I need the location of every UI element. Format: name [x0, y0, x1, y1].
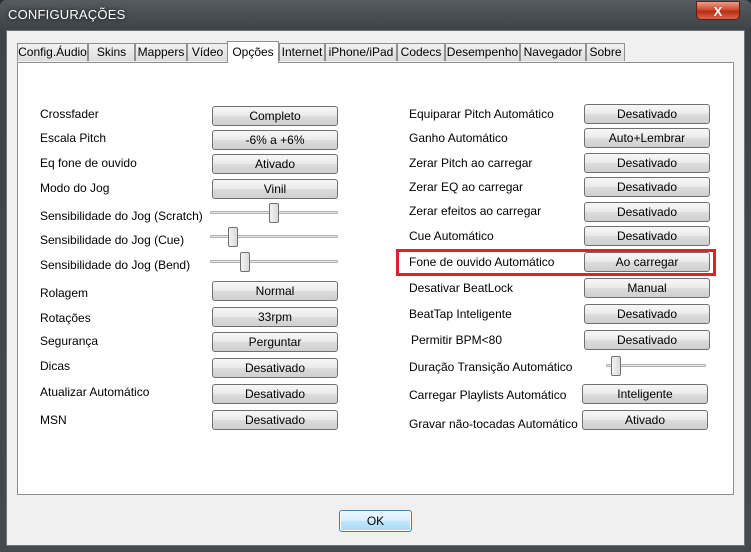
- tab-desempenho[interactable]: Desempenho: [445, 43, 520, 61]
- close-icon: X: [713, 4, 723, 19]
- slider-thumb[interactable]: [269, 203, 279, 223]
- escala-pitch-button[interactable]: -6% a +6%: [212, 130, 338, 150]
- tab-sobre[interactable]: Sobre: [586, 43, 625, 61]
- msn-button[interactable]: Desativado: [212, 410, 338, 430]
- eq-fone-button[interactable]: Ativado: [212, 154, 338, 174]
- seguranca-button[interactable]: Perguntar: [212, 332, 338, 352]
- cue-auto-label: Cue Automático: [409, 229, 494, 243]
- dicas-button[interactable]: Desativado: [212, 358, 338, 378]
- escala-pitch-label: Escala Pitch: [40, 131, 107, 145]
- rolagem-label: Rolagem: [40, 286, 89, 300]
- tab-skins[interactable]: Skins: [88, 43, 135, 61]
- title-bar[interactable]: CONFIGURAÇÕES X: [0, 0, 751, 30]
- zerar-efeitos-label: Zerar efeitos ao carregar: [409, 204, 542, 218]
- sens-cue-label: Sensibilidade do Jog (Cue): [40, 233, 185, 247]
- sens-scratch-slider[interactable]: [210, 203, 338, 223]
- atualizar-button[interactable]: Desativado: [212, 384, 338, 404]
- seguranca-label: Segurança: [40, 334, 99, 348]
- duracao-slider[interactable]: [606, 356, 706, 376]
- sens-scratch-label: Sensibilidade do Jog (Scratch): [40, 209, 203, 223]
- bpm80-label: Permitir BPM<80: [411, 333, 503, 347]
- zerar-pitch-button[interactable]: Desativado: [584, 153, 710, 173]
- close-button[interactable]: X: [696, 1, 740, 20]
- atualizar-label: Atualizar Automático: [40, 385, 150, 399]
- duracao-label: Duração Transição Automático: [409, 360, 573, 374]
- options-panel: Crossfader Completo Escala Pitch -6% a +…: [17, 62, 734, 495]
- equiparar-pitch-button[interactable]: Desativado: [584, 104, 710, 124]
- tab-video[interactable]: Vídeo: [187, 43, 228, 61]
- tab-iphone-ipad[interactable]: iPhone/iPad: [325, 43, 397, 61]
- modo-jog-label: Modo do Jog: [40, 181, 110, 195]
- zerar-eq-button[interactable]: Desativado: [584, 177, 710, 197]
- tab-codecs[interactable]: Codecs: [397, 43, 445, 61]
- eq-fone-label: Eq fone de ouvido: [40, 156, 137, 170]
- rotacoes-button[interactable]: 33rpm: [212, 307, 338, 327]
- settings-window: CONFIGURAÇÕES X Config.Áudio Skins Mappe…: [0, 0, 751, 552]
- msn-label: MSN: [40, 413, 67, 427]
- beatlock-label: Desativar BeatLock: [409, 281, 514, 295]
- beatlock-button[interactable]: Manual: [584, 278, 710, 298]
- playlists-label: Carregar Playlists Automático: [409, 388, 567, 402]
- ganho-label: Ganho Automático: [409, 131, 508, 145]
- ok-button[interactable]: OK: [339, 510, 412, 532]
- slider-track: [606, 364, 706, 367]
- highlight-box: [396, 249, 716, 276]
- tab-mappers[interactable]: Mappers: [135, 43, 187, 61]
- tab-navegador[interactable]: Navegador: [520, 43, 586, 61]
- sens-bend-label: Sensibilidade do Jog (Bend): [40, 258, 191, 272]
- sens-bend-slider[interactable]: [210, 252, 338, 272]
- bpm80-button[interactable]: Desativado: [584, 330, 710, 350]
- slider-thumb[interactable]: [611, 356, 621, 376]
- gravar-label: Gravar não-tocadas Automático: [409, 417, 578, 431]
- playlists-button[interactable]: Inteligente: [582, 384, 708, 404]
- tab-internet[interactable]: Internet: [279, 43, 325, 61]
- ganho-button[interactable]: Auto+Lembrar: [584, 128, 710, 148]
- beattap-button[interactable]: Desativado: [584, 304, 710, 324]
- dicas-label: Dicas: [40, 359, 71, 373]
- zerar-eq-label: Zerar EQ ao carregar: [409, 180, 524, 194]
- tab-opcoes[interactable]: Opções: [227, 41, 279, 63]
- beattap-label: BeatTap Inteligente: [409, 307, 512, 321]
- slider-thumb[interactable]: [228, 227, 238, 247]
- zerar-efeitos-button[interactable]: Desativado: [584, 202, 710, 222]
- slider-thumb[interactable]: [240, 252, 250, 272]
- equiparar-pitch-label: Equiparar Pitch Automático: [409, 107, 554, 121]
- tab-config-audio[interactable]: Config.Áudio: [17, 43, 88, 61]
- sens-cue-slider[interactable]: [210, 227, 338, 247]
- crossfader-button[interactable]: Completo: [212, 106, 338, 126]
- crossfader-label: Crossfader: [40, 107, 99, 121]
- cue-auto-button[interactable]: Desativado: [584, 226, 710, 246]
- rotacoes-label: Rotações: [40, 311, 91, 325]
- gravar-button[interactable]: Ativado: [582, 410, 708, 430]
- zerar-pitch-label: Zerar Pitch ao carregar: [409, 156, 533, 170]
- slider-track: [210, 260, 338, 263]
- modo-jog-button[interactable]: Vinil: [212, 179, 338, 199]
- dialog-client-area: Config.Áudio Skins Mappers Vídeo Opções …: [6, 30, 745, 546]
- window-title: CONFIGURAÇÕES: [8, 7, 126, 22]
- rolagem-button[interactable]: Normal: [212, 281, 338, 301]
